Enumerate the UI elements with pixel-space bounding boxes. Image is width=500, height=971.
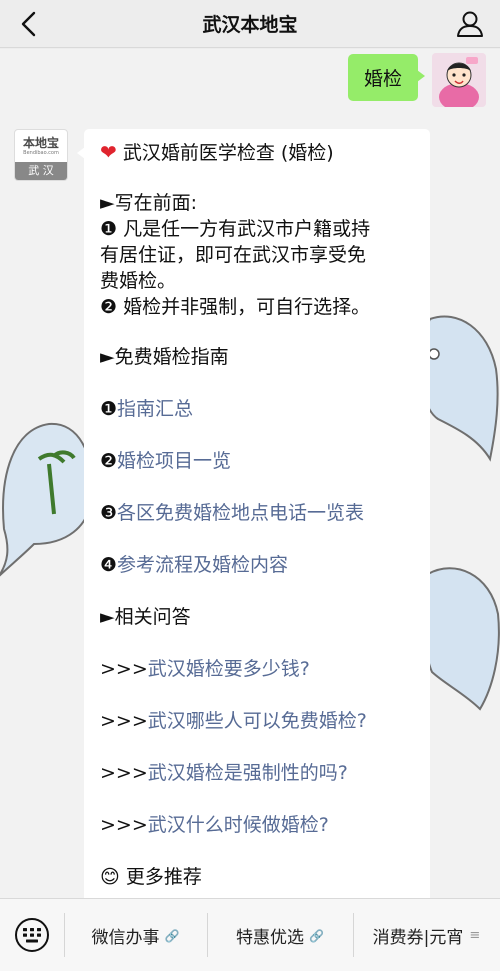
qa-prefix: >>> <box>100 814 148 836</box>
submenu-icon: ≡ <box>469 928 481 943</box>
link-icon: 🔗 <box>309 928 324 943</box>
more-recommend-line: 😊 更多推荐 <box>100 864 414 890</box>
user-avatar[interactable] <box>432 53 486 107</box>
guide-item-number: ❷ <box>100 450 118 472</box>
bottom-menu: 微信办事 🔗 特惠优选 🔗 消费券|元宵 ≡ <box>0 898 500 971</box>
bot-avatar-logo: 本地宝 <box>22 136 59 150</box>
bot-avatar-site: Bendibao.com <box>23 150 59 156</box>
guide-link-items[interactable]: 婚检项目一览 <box>117 450 231 472</box>
bot-avatar-city-tag: 武 汉 <box>15 162 67 180</box>
chat-area[interactable]: 婚检 本地宝 Bendibao.com 武 汉 ❤ 武汉婚前医学检查 (婚检) … <box>0 49 500 898</box>
guide-link-summary[interactable]: 指南汇总 <box>117 398 193 420</box>
message-title-line: ❤ 武汉婚前医学检查 (婚检) <box>100 139 414 166</box>
message-title: 武汉婚前医学检查 (婚检) <box>122 142 334 164</box>
menu-item-label: 微信办事 <box>91 928 160 948</box>
guide-link-locations[interactable]: 各区免费婚检地点电话一览表 <box>117 502 364 524</box>
menu-item-label: 特惠优选 <box>236 928 305 948</box>
guide-item-number: ❹ <box>100 554 118 576</box>
preface-item-1-line-2: 有居住证，即可在武汉市享受免 <box>100 244 367 266</box>
guide-item-1: ❶指南汇总 <box>100 396 414 422</box>
qa-link-mandatory[interactable]: 武汉婚检是强制性的吗? <box>148 762 348 784</box>
wallpaper-cloud-right-upper <box>420 315 499 462</box>
qa-item-3: >>>武汉婚检是强制性的吗? <box>100 760 414 786</box>
bot-avatar[interactable]: 本地宝 Bendibao.com 武 汉 <box>14 129 68 181</box>
menu-item-consumer-vouchers[interactable]: 消费券|元宵 ≡ <box>353 899 500 971</box>
menu-item-label: 消费券|元宵 <box>372 928 464 948</box>
qa-item-2: >>>武汉哪些人可以免费婚检? <box>100 708 414 734</box>
preface-heading: ►写在前面: <box>100 192 198 214</box>
bot-message-bubble: ❤ 武汉婚前医学检查 (婚检) ►写在前面: ❶ 凡是任一方有武汉市户籍或持 有… <box>77 129 430 898</box>
person-icon[interactable] <box>454 8 486 40</box>
preface-item-2: ❷ 婚检并非强制，可自行选择。 <box>100 296 371 318</box>
menu-item-wechat-services[interactable]: 微信办事 🔗 <box>64 899 207 971</box>
guide-item-4: ❹参考流程及婚检内容 <box>100 552 414 578</box>
qa-link-cost[interactable]: 武汉婚检要多少钱? <box>148 658 310 680</box>
user-avatar-image <box>432 53 486 107</box>
header-bar: 武汉本地宝 <box>0 0 500 48</box>
page-title: 武汉本地宝 <box>202 14 298 36</box>
keyboard-toggle-icon[interactable] <box>14 917 50 953</box>
wallpaper-cloud-left <box>0 422 94 577</box>
qa-heading: ►相关问答 <box>100 606 191 628</box>
qa-prefix: >>> <box>100 710 148 732</box>
link-icon: 🔗 <box>164 928 180 943</box>
preface-item-1-line-3: 费婚检。 <box>100 270 177 292</box>
guide-item-2: ❷婚检项目一览 <box>100 448 414 474</box>
menu-item-special-deals[interactable]: 特惠优选 🔗 <box>207 899 353 971</box>
qa-link-eligibility[interactable]: 武汉哪些人可以免费婚检? <box>148 710 367 732</box>
user-message-bubble: 婚检 <box>347 54 426 101</box>
wallpaper-cloud-right-lower <box>423 567 500 711</box>
qa-item-4: >>>武汉什么时候做婚检? <box>100 812 414 838</box>
qa-link-timing[interactable]: 武汉什么时候做婚检? <box>148 814 329 836</box>
guide-item-number: ❶ <box>100 398 118 420</box>
guide-link-process[interactable]: 参考流程及婚检内容 <box>117 554 288 576</box>
qa-prefix: >>> <box>100 762 148 784</box>
heart-icon: ❤ <box>100 140 117 164</box>
smile-emoji-icon: 😊 <box>100 866 120 888</box>
preface-item-1-line-1: ❶ 凡是任一方有武汉市户籍或持 <box>100 218 371 240</box>
qa-item-1: >>>武汉婚检要多少钱? <box>100 656 414 682</box>
guide-item-number: ❸ <box>100 502 118 524</box>
qa-prefix: >>> <box>100 658 148 680</box>
guide-heading: ►免费婚检指南 <box>100 346 229 368</box>
more-recommend-label: 更多推荐 <box>125 866 202 888</box>
guide-item-3: ❸各区免费婚检地点电话一览表 <box>100 500 414 526</box>
